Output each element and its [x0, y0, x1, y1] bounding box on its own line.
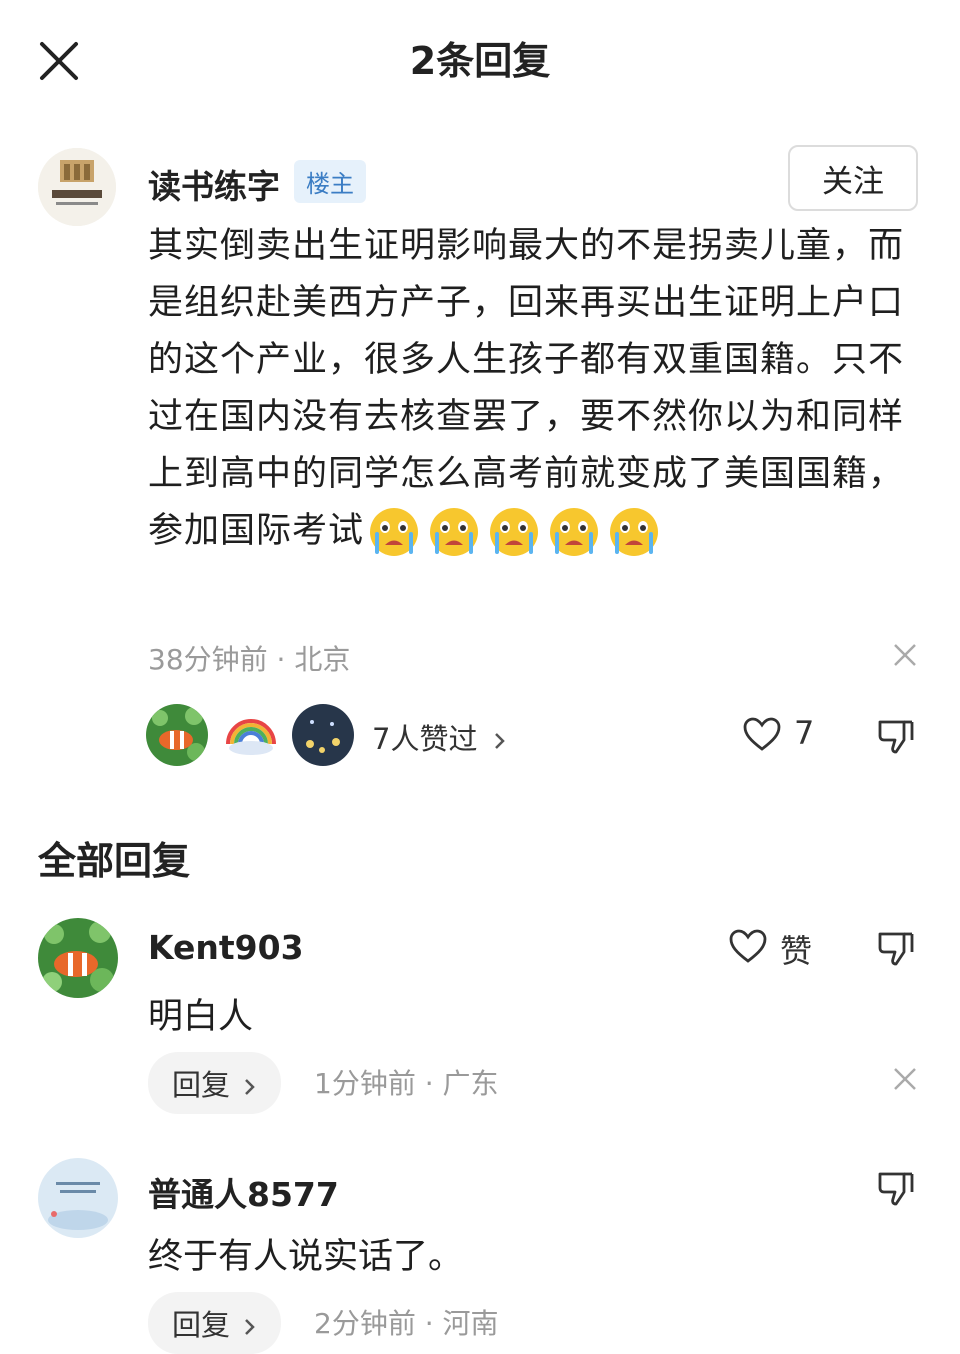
author-badge: 楼主 — [294, 160, 366, 203]
dismiss-button[interactable] — [892, 1066, 918, 1092]
main-comment-location: 北京 — [294, 643, 351, 676]
reply-author-avatar[interactable] — [38, 918, 118, 998]
likers-text: 7人赞过 — [372, 722, 478, 756]
reply-button-label: 回复 — [172, 1068, 231, 1102]
likers-link[interactable]: 7人赞过 — [372, 716, 507, 758]
reply-text: 终于有人说实话了。 — [148, 1237, 464, 1277]
reply-time: 2分钟前 — [314, 1307, 416, 1340]
main-author-avatar[interactable] — [38, 148, 116, 226]
follow-button[interactable]: 关注 — [788, 145, 918, 211]
reply-like-button[interactable] — [728, 928, 768, 964]
heart-icon — [729, 929, 767, 963]
liker-avatar[interactable] — [220, 704, 282, 766]
emoji-row — [364, 508, 664, 556]
crying-face-emoji — [430, 508, 479, 556]
main-comment-meta: 38分钟前 · 北京 — [148, 643, 351, 676]
reply-dislike-button[interactable] — [876, 928, 916, 968]
dislike-button[interactable] — [876, 716, 916, 756]
main-comment-time: 38分钟前 — [148, 643, 268, 676]
reply-dislike-button[interactable] — [876, 1168, 916, 1208]
main-author-name[interactable]: 读书练字 — [148, 160, 280, 208]
thumb-down-icon — [878, 932, 914, 966]
like-button[interactable] — [742, 716, 782, 752]
reply-author-name[interactable]: 普通人8577 — [148, 1168, 339, 1216]
page-title: 2条回复 — [409, 39, 551, 83]
reply-like-label[interactable]: 赞 — [780, 926, 812, 972]
crying-face-emoji — [370, 508, 419, 556]
dismiss-icon — [894, 1068, 916, 1090]
reply-author-avatar[interactable] — [38, 1158, 118, 1238]
reply-button[interactable]: 回复 — [148, 1052, 282, 1114]
main-comment-text: 其实倒卖出生证明影响最大的不是拐卖儿童，而是组织赴美西方产子，回来再买出生证明上… — [148, 218, 938, 560]
reply-meta: 2分钟前 · 河南 — [314, 1307, 499, 1340]
liker-avatar[interactable] — [292, 704, 354, 766]
reply-meta: 1分钟前 · 广东 — [314, 1067, 499, 1100]
reply-author-name[interactable]: Kent903 — [148, 928, 304, 967]
heart-icon — [743, 717, 781, 751]
chevron-right-icon — [494, 733, 505, 749]
reply-button[interactable]: 回复 — [148, 1292, 282, 1354]
crying-face-emoji — [550, 508, 599, 556]
reply-time: 1分钟前 — [314, 1067, 416, 1100]
thumb-down-icon — [878, 720, 914, 754]
dismiss-icon — [894, 644, 916, 666]
thumb-down-icon — [878, 1172, 914, 1206]
like-count: 7 — [794, 714, 815, 752]
chevron-right-icon — [245, 1319, 256, 1335]
dismiss-button[interactable] — [892, 642, 918, 668]
reply-location: 河南 — [442, 1307, 499, 1340]
section-title: 全部回复 — [38, 839, 191, 883]
chevron-right-icon — [245, 1079, 256, 1095]
main-comment-body: 其实倒卖出生证明影响最大的不是拐卖儿童，而是组织赴美西方产子，回来再买出生证明上… — [148, 226, 905, 551]
crying-face-emoji — [610, 508, 659, 556]
reply-text: 明白人 — [148, 997, 254, 1037]
reply-location: 广东 — [442, 1067, 499, 1100]
liker-avatar[interactable] — [146, 704, 208, 766]
crying-face-emoji — [490, 508, 539, 556]
